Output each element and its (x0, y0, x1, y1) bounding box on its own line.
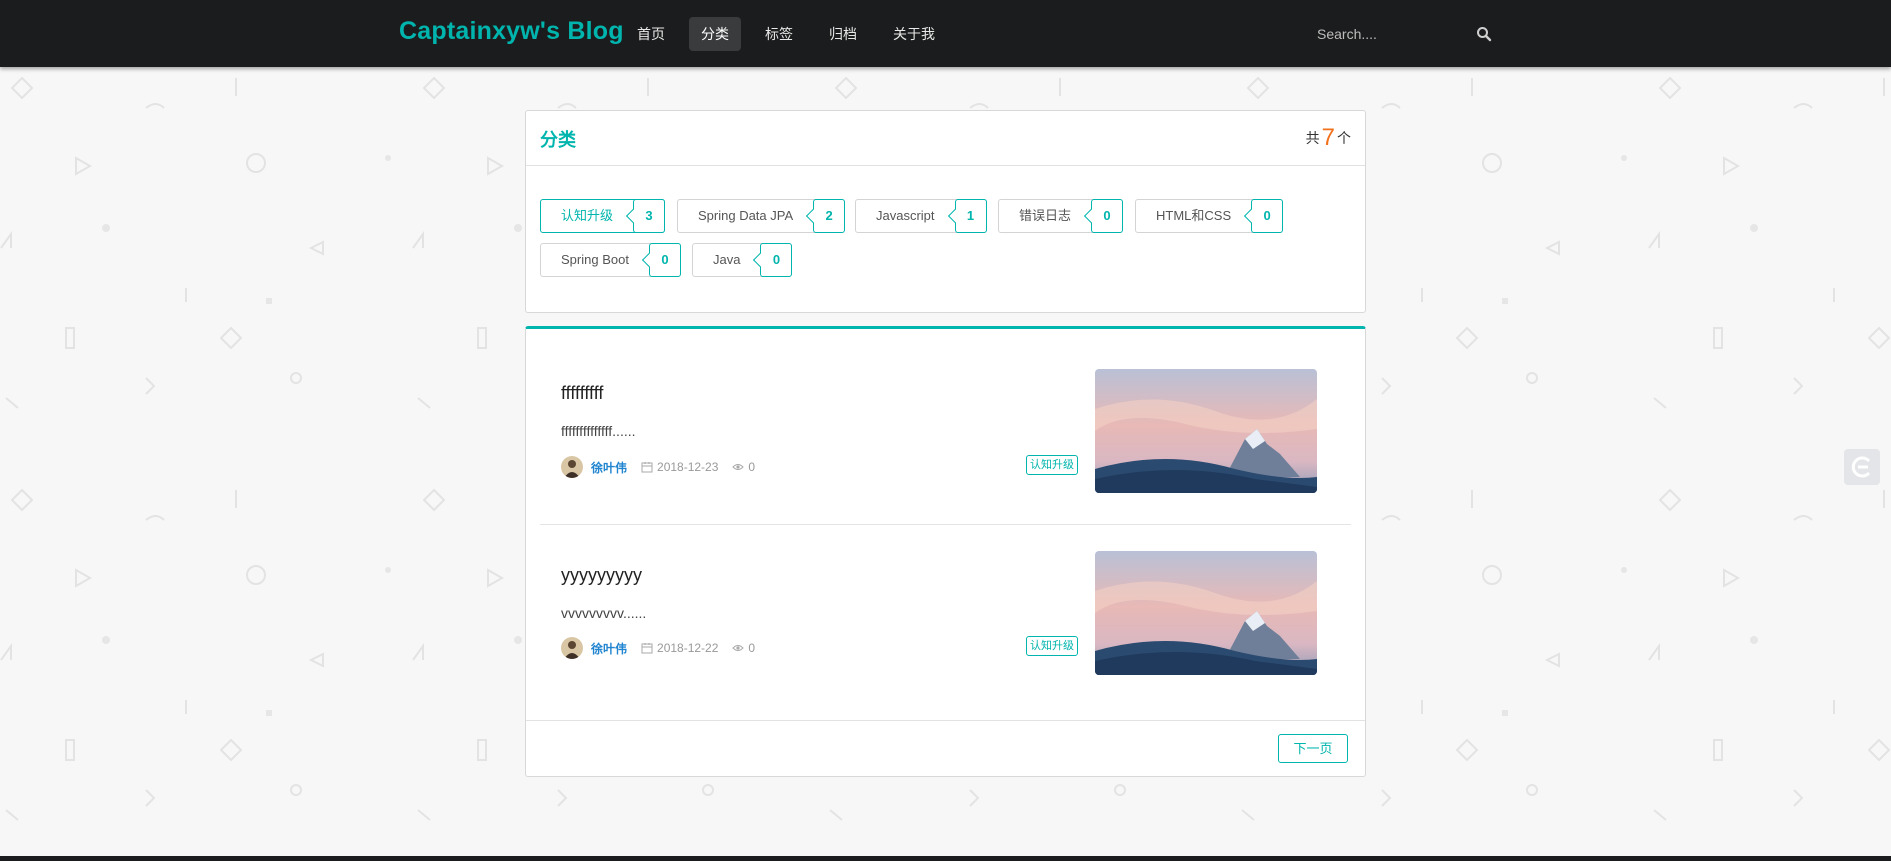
nav-item-about[interactable]: 关于我 (881, 17, 947, 51)
category-tag-count: 2 (813, 199, 846, 233)
bottom-bar (0, 856, 1891, 861)
avatar (561, 456, 583, 478)
mountain-image (1095, 551, 1317, 675)
float-widget-icon (1851, 456, 1871, 478)
nav-item-home[interactable]: 首页 (625, 17, 677, 51)
category-tag-spring-data-jpa[interactable]: Spring Data JPA 2 (677, 199, 846, 233)
avatar-image (561, 637, 583, 659)
category-tag-count: 3 (633, 199, 666, 233)
category-tag-count: 0 (760, 243, 793, 277)
post-meta: 徐叶伟 2018-12-23 0 (561, 455, 769, 479)
category-tag-错误日志[interactable]: 错误日志 0 (998, 199, 1124, 233)
eye-icon (732, 464, 745, 470)
nav-item-tags[interactable]: 标签 (753, 17, 805, 51)
category-tag-label: 错误日志 (1019, 208, 1072, 223)
mountain-image (1095, 369, 1317, 493)
count-number: 7 (1321, 124, 1335, 151)
view-count: 0 (748, 460, 756, 474)
side-float-button[interactable] (1844, 449, 1880, 485)
article-list-panel: fffffffff ffffffffffffff...... 徐叶伟 2018-… (525, 326, 1366, 777)
count-suffix: 个 (1337, 130, 1351, 146)
category-tag-label: 认知升级 (561, 208, 614, 223)
category-tag-认知升级[interactable]: 认知升级 3 (540, 199, 666, 233)
category-tag-label: Java (713, 252, 741, 267)
category-tag-java[interactable]: Java 0 (692, 243, 793, 277)
category-tag-label: Spring Data JPA (698, 208, 794, 223)
eye-icon (732, 645, 745, 651)
next-page-button[interactable]: 下一页 (1278, 734, 1348, 763)
post-title[interactable]: yyyyyyyyy (561, 565, 642, 586)
search-input[interactable] (1305, 18, 1470, 50)
pagination-divider (526, 720, 1365, 721)
category-tag-label: HTML和CSS (1156, 208, 1232, 223)
author-name[interactable]: 徐叶伟 (591, 640, 627, 657)
search-box (1305, 18, 1500, 50)
category-tag-count: 0 (648, 243, 681, 277)
category-tag-javascript[interactable]: Javascript 1 (855, 199, 987, 233)
post-category-tag[interactable]: 认知升级 (1026, 636, 1078, 656)
list-item: yyyyyyyyy vvvvvvvvv...... 徐叶伟 2018-12-22… (540, 545, 1351, 705)
category-tag-html-css[interactable]: HTML和CSS 0 (1135, 199, 1284, 233)
category-tag-count: 1 (954, 199, 987, 233)
category-tag-count: 0 (1091, 199, 1124, 233)
category-count: 共7 个 (1306, 124, 1351, 152)
site-brand[interactable]: Captainxyw's Blog (399, 17, 624, 46)
count-prefix: 共 (1305, 130, 1320, 146)
nav-item-categories[interactable]: 分类 (689, 17, 741, 51)
avatar (561, 637, 583, 659)
post-meta: 徐叶伟 2018-12-22 0 (561, 636, 769, 660)
category-tag-label: Spring Boot (561, 252, 629, 267)
avatar-image (561, 456, 583, 478)
post-thumbnail[interactable] (1095, 369, 1317, 493)
post-date: 2018-12-23 (657, 460, 719, 474)
post-divider (540, 524, 1351, 525)
list-item: fffffffff ffffffffffffff...... 徐叶伟 2018-… (540, 363, 1351, 523)
top-navbar: Captainxyw's Blog 首页 分类 标签 归档 关于我 (0, 0, 1891, 67)
category-panel: 分类 共7 个 认知升级 3 Spring Data JPA 2 Javascri… (525, 110, 1366, 313)
calendar-icon (641, 462, 653, 473)
page-title: 分类 (540, 130, 576, 150)
category-tag-label: Javascript (876, 208, 935, 223)
category-tag-count: 0 (1251, 199, 1284, 233)
post-thumbnail[interactable] (1095, 551, 1317, 675)
post-excerpt: vvvvvvvvv...... (561, 605, 647, 621)
post-excerpt: ffffffffffffff...... (561, 423, 636, 439)
category-tag-spring-boot[interactable]: Spring Boot 0 (540, 243, 681, 277)
calendar-icon (641, 643, 653, 654)
search-icon[interactable] (1476, 26, 1492, 42)
nav-item-archive[interactable]: 归档 (817, 17, 869, 51)
view-count: 0 (748, 641, 756, 655)
author-name[interactable]: 徐叶伟 (591, 459, 627, 476)
post-title[interactable]: fffffffff (561, 383, 603, 404)
post-date: 2018-12-22 (657, 641, 719, 655)
post-category-tag[interactable]: 认知升级 (1026, 455, 1078, 475)
category-panel-header: 分类 共7 个 (526, 111, 1365, 166)
